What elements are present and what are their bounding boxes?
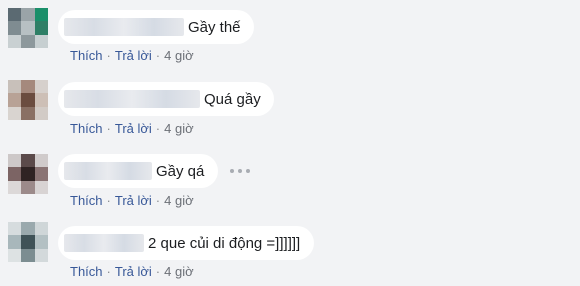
avatar[interactable] — [8, 8, 48, 48]
separator-dot: · — [155, 264, 161, 279]
comment-bubble: Quá gầy — [58, 82, 274, 116]
avatar-pixel — [21, 34, 35, 48]
blurred-author-name[interactable] — [64, 234, 144, 252]
avatar-pixel — [21, 21, 35, 35]
separator-dot: · — [155, 193, 161, 208]
timestamp[interactable]: 4 giờ — [164, 121, 194, 136]
avatar-pixel — [8, 93, 22, 107]
comment-actions: Thích · Trả lời · 4 giờ — [70, 193, 194, 208]
avatar-pixel — [34, 180, 48, 194]
reply-link[interactable]: Trả lời — [115, 264, 152, 279]
timestamp[interactable]: 4 giờ — [164, 48, 194, 63]
avatar-pixel — [34, 21, 48, 35]
blurred-author-name[interactable] — [64, 90, 200, 108]
separator-dot: · — [155, 121, 161, 136]
avatar-pixel — [21, 235, 35, 249]
reply-link[interactable]: Trả lời — [115, 193, 152, 208]
avatar-pixel — [8, 154, 22, 168]
like-link[interactable]: Thích — [70, 121, 103, 136]
avatar-pixel — [21, 222, 35, 236]
comment: 2 que củi di động =]]]]]] Thích · Trả lờ… — [0, 214, 580, 286]
comment: Gầy qá Thích · Trả lời · 4 giờ — [0, 144, 580, 216]
avatar-pixel — [8, 248, 22, 262]
avatar-pixel — [21, 167, 35, 181]
timestamp[interactable]: 4 giờ — [164, 193, 194, 208]
comment-actions: Thích · Trả lời · 4 giờ — [70, 121, 194, 136]
avatar-pixel — [34, 8, 48, 22]
avatar[interactable] — [8, 154, 48, 194]
avatar-pixel — [21, 8, 35, 22]
separator-dot: · — [106, 121, 111, 136]
like-link[interactable]: Thích — [70, 48, 103, 63]
comment: Quá gầy Thích · Trả lời · 4 giờ — [0, 72, 580, 144]
reply-link[interactable]: Trả lời — [115, 48, 152, 63]
avatar-pixel — [21, 106, 35, 120]
blurred-author-name[interactable] — [64, 162, 152, 180]
avatar-pixel — [8, 235, 22, 249]
avatar-pixel — [8, 8, 22, 22]
avatar-pixel — [34, 80, 48, 94]
comment-actions: Thích · Trả lời · 4 giờ — [70, 48, 194, 63]
comment-text: 2 que củi di động =]]]]]] — [148, 234, 301, 252]
avatar-pixel — [34, 222, 48, 236]
comment: Gầy thế Thích · Trả lời · 4 giờ — [0, 0, 580, 72]
blurred-author-name[interactable] — [64, 18, 184, 36]
avatar-pixel — [34, 154, 48, 168]
avatar[interactable] — [8, 222, 48, 262]
avatar-pixel — [8, 180, 22, 194]
avatar-pixel — [34, 93, 48, 107]
avatar-pixel — [34, 34, 48, 48]
separator-dot: · — [155, 48, 161, 63]
avatar[interactable] — [8, 80, 48, 120]
reply-link[interactable]: Trả lời — [115, 121, 152, 136]
avatar-pixel — [8, 80, 22, 94]
avatar-pixel — [34, 248, 48, 262]
comment-bubble: 2 que củi di động =]]]]]] — [58, 226, 314, 260]
comment-bubble: Gầy thế — [58, 10, 254, 44]
like-link[interactable]: Thích — [70, 193, 103, 208]
comment-text: Gầy thế — [188, 18, 241, 36]
comment-bubble: Gầy qá — [58, 154, 218, 188]
avatar-pixel — [21, 80, 35, 94]
avatar-pixel — [34, 167, 48, 181]
avatar-pixel — [8, 167, 22, 181]
avatar-pixel — [21, 93, 35, 107]
avatar-pixel — [8, 34, 22, 48]
timestamp[interactable]: 4 giờ — [164, 264, 194, 279]
avatar-pixel — [21, 154, 35, 168]
like-link[interactable]: Thích — [70, 264, 103, 279]
avatar-pixel — [21, 248, 35, 262]
separator-dot: · — [106, 264, 111, 279]
separator-dot: · — [106, 48, 111, 63]
avatar-pixel — [21, 180, 35, 194]
more-options-icon[interactable] — [230, 162, 250, 180]
comment-actions: Thích · Trả lời · 4 giờ — [70, 264, 194, 279]
avatar-pixel — [8, 21, 22, 35]
avatar-pixel — [8, 222, 22, 236]
comment-text: Gầy qá — [156, 162, 205, 180]
avatar-pixel — [34, 106, 48, 120]
avatar-pixel — [8, 106, 22, 120]
avatar-pixel — [34, 235, 48, 249]
separator-dot: · — [106, 193, 111, 208]
comment-text: Quá gầy — [204, 90, 261, 108]
